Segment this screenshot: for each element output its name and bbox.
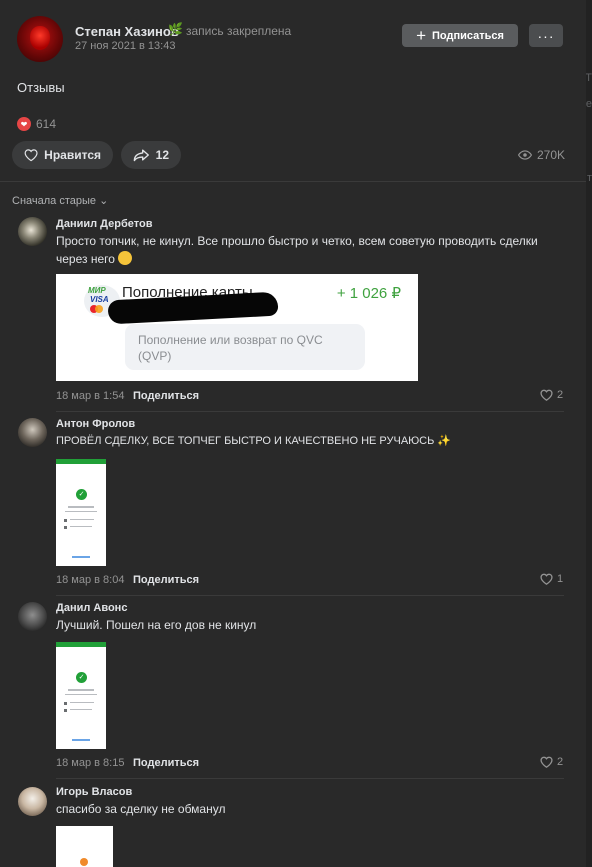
card-topup-screenshot[interactable]: МИР VISA Пополнение карты + 1 026 ₽ Попо… [56,274,418,381]
heart-outline-icon [540,573,553,585]
comment-like-button[interactable]: 2 [540,389,563,401]
receipt-screenshot[interactable]: ✓ [56,642,106,749]
divider [56,411,564,412]
check-icon: ✓ [76,489,87,500]
comment-avatar[interactable] [18,418,47,447]
author-name[interactable]: Степан Хазинов [75,24,179,39]
views-counter: 270K [518,148,565,162]
divider [56,595,564,596]
comment-author[interactable]: Антон Фролов [56,418,135,430]
comment-text-content: ПРОВЁЛ СДЕЛКУ, ВСЕ ТОПЧЕГ БЫСТРО И КАЧЕС… [56,435,435,447]
receipt-screenshot[interactable] [56,826,113,867]
comments-sort-dropdown[interactable]: Сначала старые ⌄ [12,194,108,207]
share-count: 12 [155,148,169,162]
check-icon: ✓ [76,672,87,683]
subscribe-button[interactable]: + Подписаться [402,24,518,47]
comment-text: Просто топчик, не кинул. Все прошло быст… [56,232,556,268]
comment-author[interactable]: Даниил Дербетов [56,218,152,230]
post-date[interactable]: 27 ноя 2021 в 13:43 [75,40,175,52]
receipt-screenshot[interactable]: ✓ [56,459,106,566]
heart-reaction-icon[interactable]: ❤ [17,117,31,131]
leaf-icon: 🌿 [168,22,183,36]
sort-label: Сначала старые [12,195,97,207]
comment-text: спасибо за сделку не обманул [56,802,226,816]
comment-time[interactable]: 18 мар в 8:15 [56,757,124,769]
views-count: 270K [537,148,566,162]
heart-outline-icon [24,149,38,162]
comment-author[interactable]: Игорь Власов [56,786,132,798]
more-button[interactable]: ··· [529,24,563,47]
comment-time[interactable]: 18 мар в 1:54 [56,390,124,402]
card-description: Пополнение или возврат по QVC (QVP) [125,324,365,370]
pinned-label: запись закреплена [186,24,292,38]
chevron-down-icon: ⌄ [99,195,109,207]
comment-avatar[interactable] [18,602,47,631]
comment-text: Лучший. Пошел на его дов не кинул [56,618,257,632]
comment-author[interactable]: Данил Авонс [56,602,127,614]
sparkles-icon: ✨ [437,435,452,447]
heart-outline-icon [540,756,553,768]
background-text-fragment: т [586,172,592,184]
comment-like-count: 2 [557,389,564,401]
comment-text: ПРОВЁЛ СДЕЛКУ, ВСЕ ТОПЧЕГ БЫСТРО И КАЧЕС… [56,432,556,450]
subscribe-label: Подписаться [432,29,504,42]
divider [56,778,564,779]
mir-logo-text: МИР [88,286,106,295]
comment-like-count: 1 [557,573,564,585]
flame-icon [80,858,88,866]
background-text-fragment: е [585,98,592,110]
divider [0,181,586,182]
plus-icon: + [416,26,426,45]
author-avatar[interactable] [17,16,63,62]
like-label: Нравится [44,148,101,162]
like-button[interactable]: Нравится [12,141,113,169]
comment-avatar[interactable] [18,787,47,816]
share-button[interactable]: 12 [121,141,181,169]
comment-like-count: 2 [557,756,564,768]
card-amount: + 1 026 ₽ [336,285,401,302]
comment-like-button[interactable]: 2 [540,756,563,768]
comment-time[interactable]: 18 мар в 8:04 [56,574,124,586]
background-text-fragment: Т [585,72,592,84]
visa-logo-text: VISA [90,295,109,304]
comment-like-button[interactable]: 1 [540,573,563,585]
comment-share-button[interactable]: Поделиться [133,757,199,769]
eye-icon [518,150,532,160]
comment-share-button[interactable]: Поделиться [133,390,199,402]
emoji-icon [118,251,133,265]
comment-avatar[interactable] [18,217,47,246]
wall-post: Степан Хазинов 🌿 запись закреплена 27 но… [0,0,586,867]
share-arrow-icon [133,149,149,162]
reactions-count[interactable]: 614 [36,117,56,131]
post-text: Отзывы [17,80,65,95]
comment-share-button[interactable]: Поделиться [133,574,199,586]
heart-outline-icon [540,389,553,401]
